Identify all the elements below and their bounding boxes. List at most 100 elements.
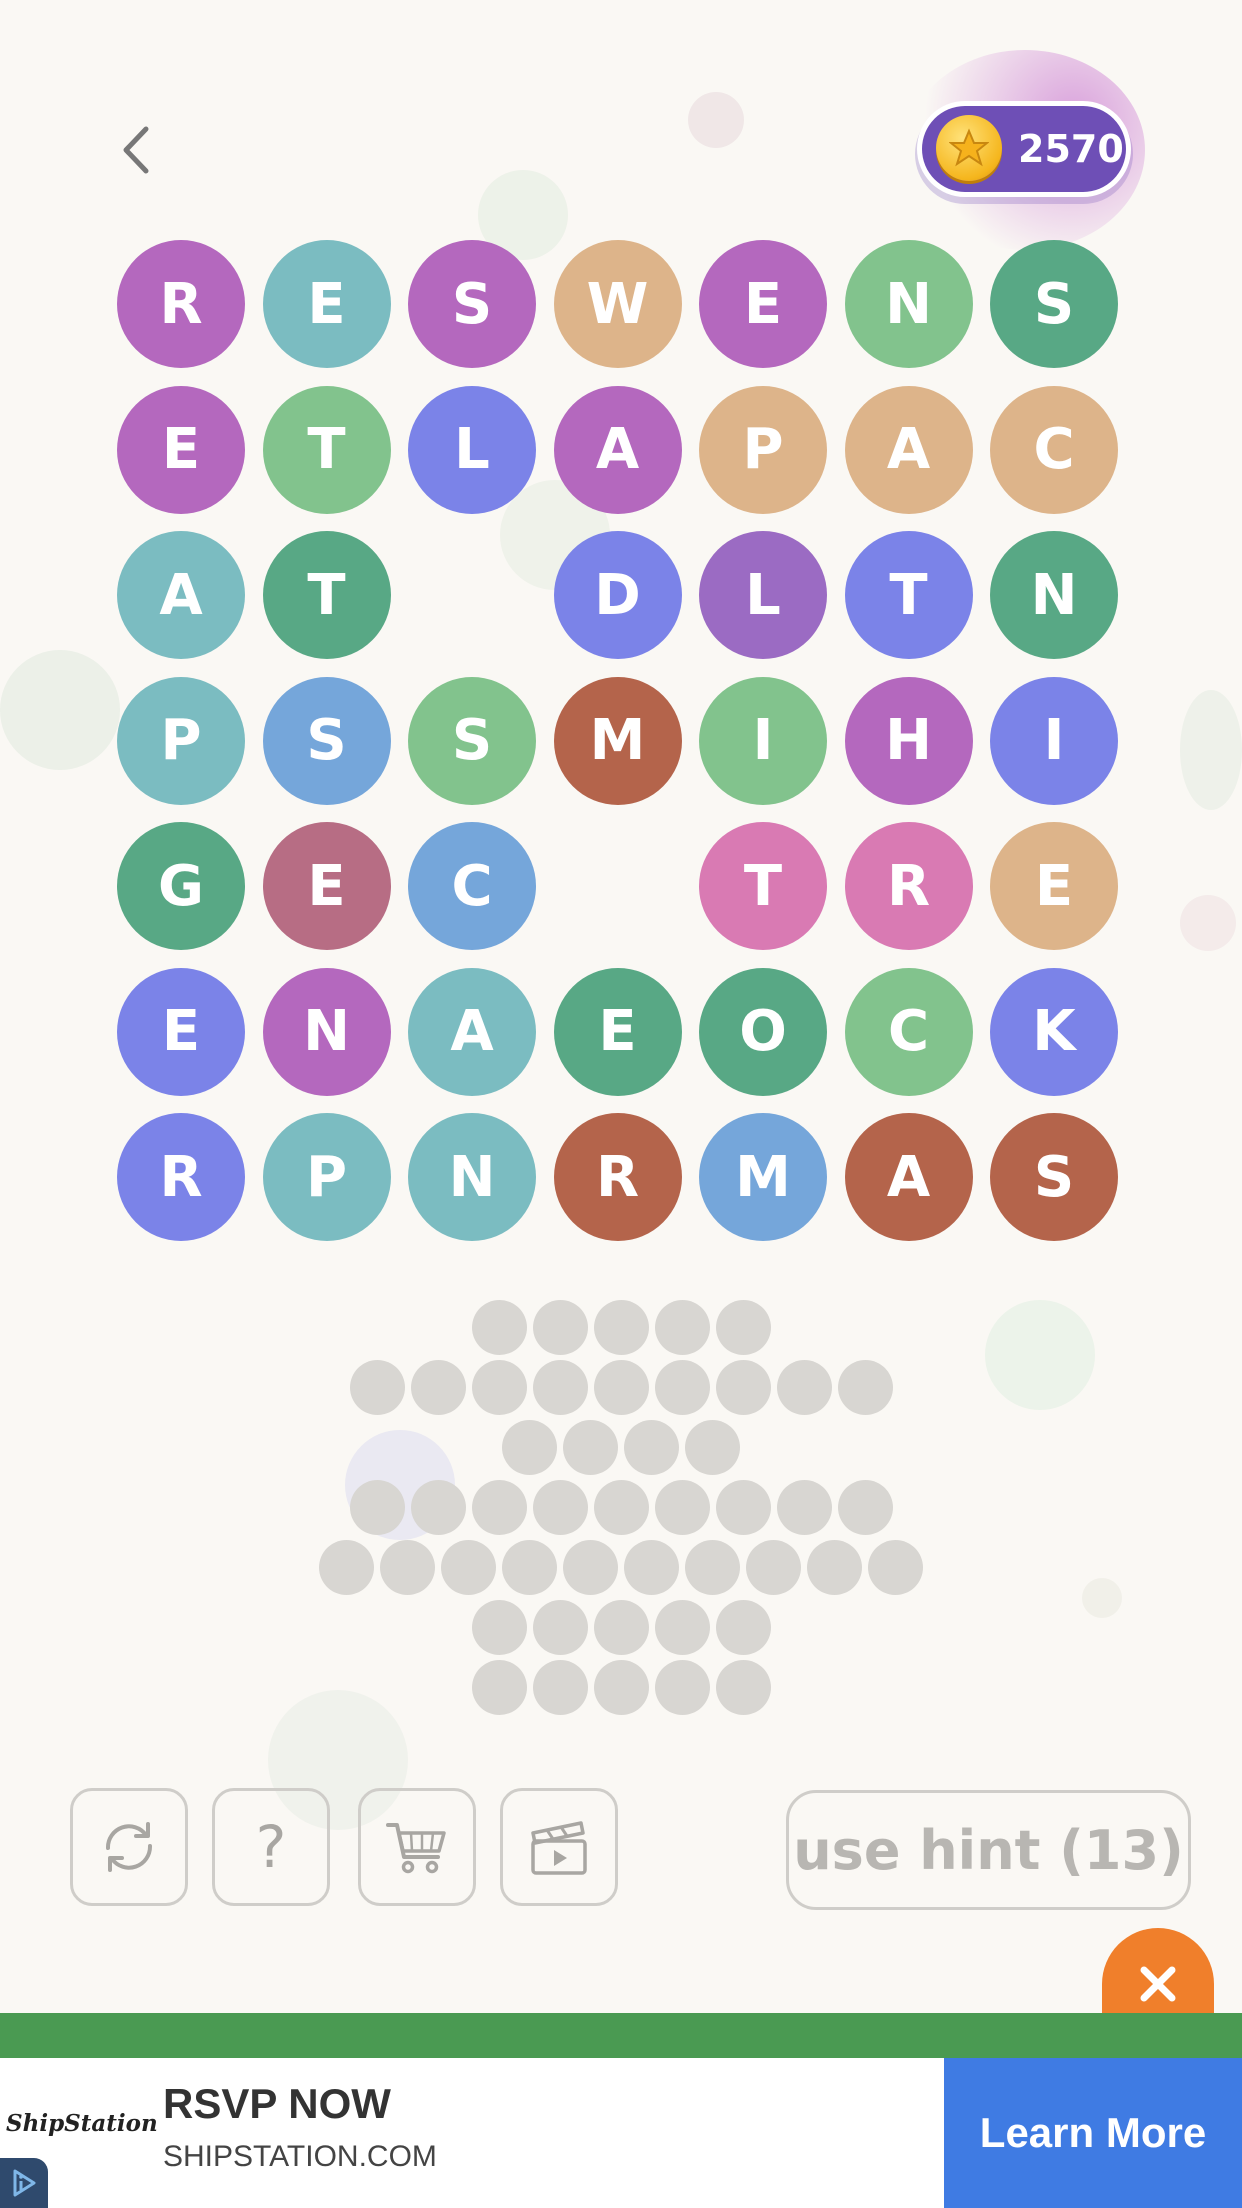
answer-slot	[349, 1360, 405, 1415]
answer-slot	[837, 1360, 893, 1415]
answer-slot	[685, 1540, 740, 1595]
letter-tile[interactable]: P	[262, 1113, 391, 1241]
letter-tile[interactable]: P	[117, 676, 245, 805]
answer-slot	[532, 1660, 588, 1715]
letter-tile[interactable]: T	[844, 531, 973, 659]
letter-tile[interactable]: R	[117, 1113, 245, 1241]
letter-tile[interactable]: I	[990, 676, 1118, 805]
letter-tile[interactable]: S	[408, 676, 536, 805]
back-button[interactable]	[110, 115, 160, 185]
letter-tile[interactable]: E	[117, 967, 245, 1096]
letter-board: RESWENSETLAPACATDLTNPSSMIHIGECTREENAEOCK…	[117, 240, 1122, 1245]
letter-tile[interactable]: C	[844, 967, 973, 1096]
answer-slot	[532, 1600, 588, 1655]
answer-slot	[837, 1480, 893, 1535]
letter-tile[interactable]: L	[699, 531, 827, 659]
letter-tile[interactable]: S	[990, 1113, 1118, 1241]
letter-tile[interactable]: R	[844, 822, 973, 950]
help-button[interactable]: ?	[212, 1788, 330, 1906]
shop-button[interactable]	[358, 1788, 476, 1906]
use-hint-button[interactable]: use hint (13)	[786, 1790, 1191, 1910]
answer-slot	[654, 1300, 710, 1355]
letter-tile[interactable]: L	[408, 385, 536, 514]
letter-tile[interactable]: M	[699, 1113, 827, 1241]
answer-word-row	[0, 1360, 1242, 1415]
answer-slot	[471, 1360, 527, 1415]
answer-slot	[654, 1360, 710, 1415]
letter-tile[interactable]: C	[408, 822, 536, 950]
letter-tile[interactable]: T	[262, 531, 391, 659]
coin-balance[interactable]: 2570	[922, 106, 1126, 192]
answer-slot	[807, 1540, 862, 1595]
answer-word-row	[0, 1300, 1242, 1355]
letter-tile[interactable]: A	[844, 1113, 973, 1241]
answer-word-row	[0, 1600, 1242, 1655]
answer-slot	[532, 1480, 588, 1535]
close-icon	[1140, 1966, 1176, 2002]
letter-tile[interactable]: I	[699, 676, 827, 805]
answer-slot	[715, 1600, 771, 1655]
letter-tile[interactable]: W	[553, 240, 682, 368]
video-button[interactable]	[500, 1788, 618, 1906]
letter-tile[interactable]: E	[699, 240, 827, 368]
answer-slot	[776, 1360, 832, 1415]
letter-tile[interactable]: N	[262, 967, 391, 1096]
answer-slot	[319, 1540, 374, 1595]
letter-tile[interactable]: P	[699, 385, 827, 514]
ad-headline[interactable]: RSVP NOW	[163, 2080, 391, 2128]
ad-domain[interactable]: SHIPSTATION.COM	[163, 2140, 437, 2174]
letter-tile[interactable]: M	[553, 676, 682, 805]
letter-tile[interactable]: S	[408, 240, 536, 368]
answer-slot	[593, 1660, 649, 1715]
clapperboard-icon	[531, 1821, 587, 1875]
letter-tile[interactable]: R	[553, 1113, 682, 1241]
letter-tile[interactable]: S	[990, 240, 1118, 368]
letter-tile[interactable]: E	[553, 967, 682, 1096]
cart-icon	[386, 1823, 446, 1874]
letter-tile[interactable]: T	[262, 385, 391, 514]
letter-tile[interactable]: H	[844, 676, 973, 805]
answer-slot	[715, 1360, 771, 1415]
shuffle-button[interactable]	[70, 1788, 188, 1906]
ad-top-stripe	[0, 2013, 1242, 2058]
answer-slot	[502, 1420, 557, 1475]
letter-tile[interactable]: R	[117, 240, 245, 368]
answer-slot	[563, 1420, 618, 1475]
letter-tile[interactable]: A	[553, 385, 682, 514]
letter-tile[interactable]: E	[262, 822, 391, 950]
answer-slot	[654, 1660, 710, 1715]
answer-slot	[715, 1300, 771, 1355]
adchoices-icon[interactable]	[0, 2158, 48, 2208]
answer-slot	[410, 1360, 466, 1415]
help-label: ?	[255, 1813, 287, 1881]
letter-tile[interactable]: K	[990, 967, 1118, 1096]
letter-tile[interactable]: N	[408, 1113, 536, 1241]
letter-tile[interactable]: N	[844, 240, 973, 368]
ad-logo[interactable]: ShipStation	[6, 2110, 158, 2137]
letter-tile[interactable]: A	[117, 531, 245, 659]
empty-cell	[408, 531, 536, 659]
empty-cell	[554, 822, 682, 950]
answer-slot	[410, 1480, 466, 1535]
answer-word-row	[0, 1420, 1242, 1475]
letter-tile[interactable]: D	[553, 531, 682, 659]
letter-tile[interactable]: G	[117, 822, 245, 950]
letter-tile[interactable]: C	[990, 385, 1118, 514]
letter-tile[interactable]: O	[699, 967, 827, 1096]
letter-tile[interactable]: E	[262, 240, 391, 368]
letter-tile[interactable]: A	[408, 967, 536, 1096]
answer-slot	[532, 1360, 588, 1415]
answer-slots	[0, 1300, 1242, 1720]
answer-slot	[471, 1480, 527, 1535]
letter-tile[interactable]: E	[117, 385, 245, 514]
answer-slot	[471, 1300, 527, 1355]
answer-slot	[471, 1600, 527, 1655]
letter-tile[interactable]: A	[844, 385, 973, 514]
letter-tile[interactable]: E	[990, 822, 1118, 950]
letter-tile[interactable]: T	[699, 822, 827, 950]
answer-slot	[868, 1540, 923, 1595]
letter-tile[interactable]: S	[262, 676, 391, 805]
learn-more-button[interactable]: Learn More	[944, 2058, 1242, 2208]
letter-tile[interactable]: N	[990, 531, 1118, 659]
answer-slot	[532, 1300, 588, 1355]
